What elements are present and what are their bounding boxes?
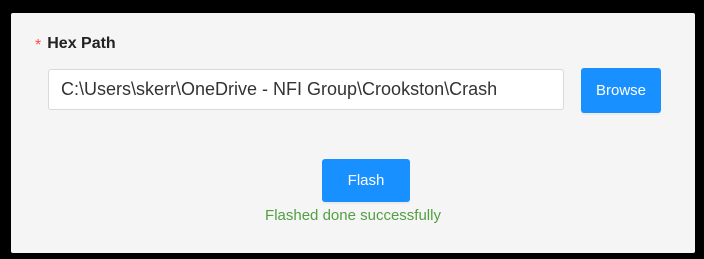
hex-path-input[interactable] — [48, 69, 564, 110]
flash-status-message: Flashed done successfully — [265, 207, 441, 224]
hex-path-field-label: * Hex Path — [35, 35, 116, 54]
hex-path-label: Hex Path — [47, 35, 116, 52]
flash-form-panel: * Hex Path Browse Flash Flashed done suc… — [11, 13, 695, 253]
flash-button[interactable]: Flash — [322, 159, 410, 202]
required-asterisk: * — [35, 37, 42, 54]
browse-button[interactable]: Browse — [581, 68, 661, 113]
